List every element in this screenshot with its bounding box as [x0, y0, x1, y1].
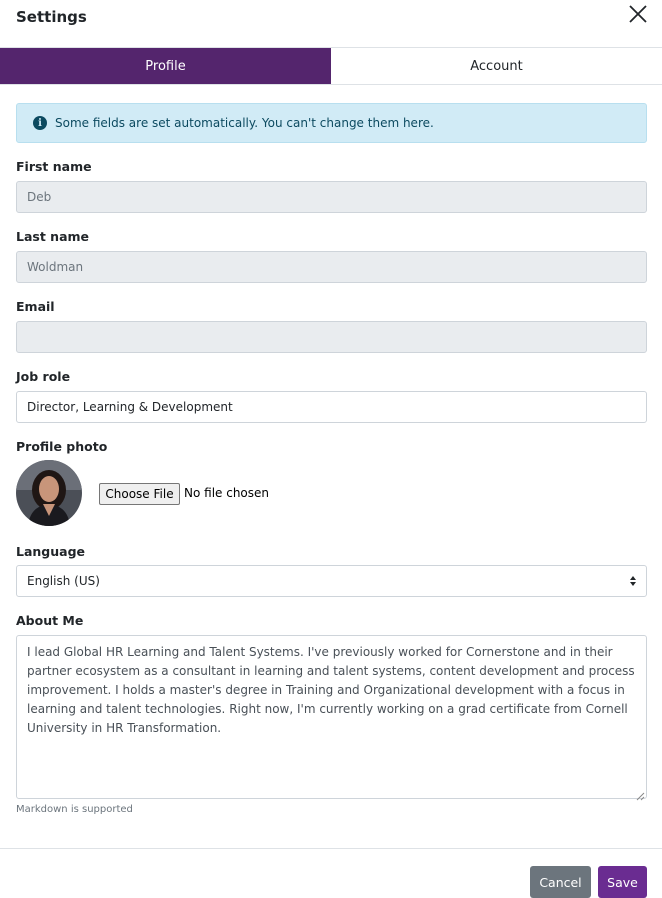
about-me-textarea[interactable]: I lead Global HR Learning and Talent Sys… — [16, 635, 647, 799]
job-role-field[interactable] — [16, 391, 647, 423]
job-role-label: Job role — [16, 369, 71, 384]
tab-bar: Profile Account — [0, 48, 662, 85]
modal-header: Settings — [0, 0, 662, 48]
about-me-label: About Me — [16, 613, 84, 628]
last-name-label: Last name — [16, 229, 90, 244]
tab-profile[interactable]: Profile — [0, 48, 331, 84]
tab-account[interactable]: Account — [331, 48, 662, 84]
file-status-text: No file chosen — [184, 486, 270, 500]
resize-grip-icon[interactable] — [633, 786, 645, 801]
markdown-hint: Markdown is supported — [16, 804, 133, 815]
save-button[interactable]: Save — [598, 866, 647, 898]
info-icon: i — [33, 116, 47, 130]
email-field[interactable] — [16, 321, 647, 353]
language-select[interactable]: English (US) — [16, 565, 647, 597]
language-label: Language — [16, 544, 86, 559]
footer-divider — [0, 848, 662, 849]
updown-caret-icon — [630, 574, 636, 588]
language-value: English (US) — [27, 574, 100, 588]
alert-text: Some fields are set automatically. You c… — [55, 116, 434, 130]
profile-photo-label: Profile photo — [16, 439, 108, 454]
info-alert: i Some fields are set automatically. You… — [16, 103, 647, 143]
first-name-field[interactable] — [16, 181, 647, 213]
choose-file-button[interactable]: Choose File — [99, 483, 180, 505]
cancel-button[interactable]: Cancel — [530, 866, 591, 898]
page-title: Settings — [16, 8, 87, 26]
avatar — [16, 460, 82, 526]
email-label: Email — [16, 299, 55, 314]
last-name-field[interactable] — [16, 251, 647, 283]
first-name-label: First name — [16, 159, 92, 174]
close-icon[interactable] — [627, 3, 649, 25]
